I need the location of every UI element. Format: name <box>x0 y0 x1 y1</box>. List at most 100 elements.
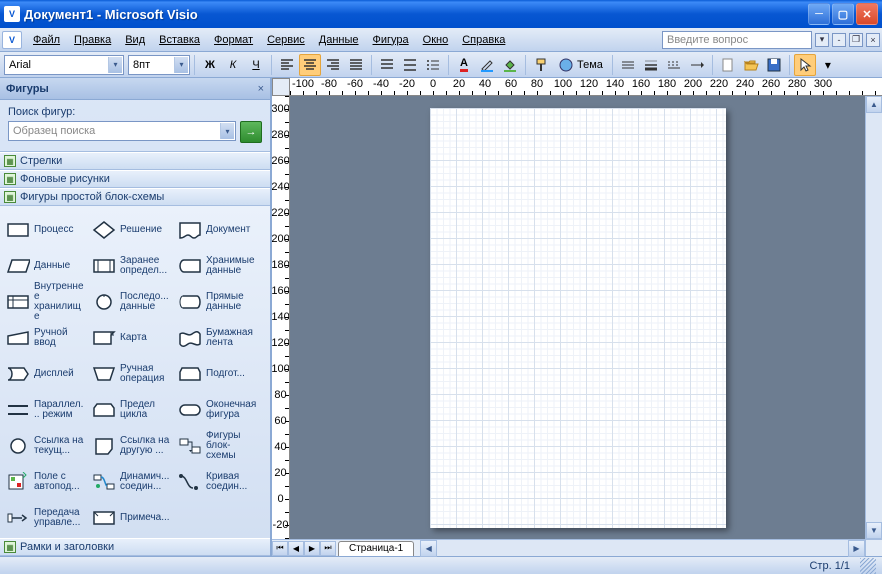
shape-stencil[interactable]: Передача управле... <box>2 500 88 536</box>
shape-icon <box>5 471 31 493</box>
shape-stencil[interactable]: Предел цикла <box>88 392 174 428</box>
shape-stencil[interactable]: Динамич... соедин... <box>88 464 174 500</box>
underline-button[interactable]: Ч <box>245 54 267 76</box>
scroll-up-button[interactable]: ▲ <box>866 96 882 113</box>
tab-last-button[interactable]: ⏭ <box>320 541 336 556</box>
open-button[interactable] <box>740 54 762 76</box>
line-style-button[interactable] <box>617 54 639 76</box>
vertical-scrollbar[interactable]: ▲ ▼ <box>865 96 882 539</box>
new-button[interactable] <box>717 54 739 76</box>
align-center-button[interactable] <box>299 54 321 76</box>
menu-insert[interactable]: Вставка <box>152 31 207 49</box>
more-tools-button[interactable]: ▾ <box>817 54 839 76</box>
mdi-minimize[interactable]: - <box>832 33 846 47</box>
bullets-button[interactable] <box>422 54 444 76</box>
shape-search-input[interactable]: Образец поиска▾ <box>8 121 236 141</box>
scroll-track[interactable] <box>437 540 848 556</box>
horizontal-scrollbar[interactable]: ◀ ▶ <box>420 540 865 556</box>
system-menu-icon[interactable]: V <box>2 31 22 49</box>
mdi-restore[interactable]: ❐ <box>849 33 863 47</box>
shape-stencil[interactable]: Последо... данные <box>88 284 174 320</box>
menu-format[interactable]: Формат <box>207 31 260 49</box>
shape-stencil[interactable]: Оконечная фигура <box>174 392 260 428</box>
page[interactable] <box>430 108 726 528</box>
font-name-combo[interactable]: Arial▾ <box>4 55 124 75</box>
category-backgrounds[interactable]: ▦Фоновые рисунки <box>0 170 270 188</box>
format-painter-button[interactable] <box>530 54 552 76</box>
tab-first-button[interactable]: ⏮ <box>272 541 288 556</box>
tab-prev-button[interactable]: ◀ <box>288 541 304 556</box>
menu-data[interactable]: Данные <box>312 31 366 49</box>
scroll-left-button[interactable]: ◀ <box>420 540 437 557</box>
italic-button[interactable]: К <box>222 54 244 76</box>
align-justify-button[interactable] <box>345 54 367 76</box>
save-button[interactable] <box>763 54 785 76</box>
line-ends-button[interactable] <box>686 54 708 76</box>
close-button[interactable]: ✕ <box>856 3 878 25</box>
shape-stencil[interactable]: Хранимые данные <box>174 248 260 284</box>
drawing-canvas[interactable] <box>290 96 865 539</box>
category-flowchart[interactable]: ▦Фигуры простой блок-схемы <box>0 188 270 206</box>
menu-window[interactable]: Окно <box>416 31 456 49</box>
font-size-combo[interactable]: 8пт▾ <box>128 55 190 75</box>
category-arrows[interactable]: ▦Стрелки <box>0 152 270 170</box>
shape-icon <box>177 291 203 313</box>
page-tab[interactable]: Страница-1 <box>338 541 414 556</box>
maximize-button[interactable]: ▢ <box>832 3 854 25</box>
mdi-close[interactable]: × <box>866 33 880 47</box>
line-weight-button[interactable] <box>640 54 662 76</box>
scroll-down-button[interactable]: ▼ <box>866 522 882 539</box>
shape-stencil[interactable]: Кривая соедин... <box>174 464 260 500</box>
shape-label: Карта <box>120 333 147 343</box>
shape-stencil[interactable]: Примеча... <box>88 500 174 536</box>
shape-stencil[interactable]: Заранее определ... <box>88 248 174 284</box>
shape-stencil[interactable]: Ссылка на текущ... <box>2 428 88 464</box>
scroll-right-button[interactable]: ▶ <box>848 540 865 557</box>
menu-edit[interactable]: Правка <box>67 31 118 49</box>
line-pattern-button[interactable] <box>663 54 685 76</box>
pointer-tool-button[interactable] <box>794 54 816 76</box>
menu-file[interactable]: Файл <box>26 31 67 49</box>
shape-stencil[interactable]: Ручной ввод <box>2 320 88 356</box>
menu-view[interactable]: Вид <box>118 31 152 49</box>
shape-stencil[interactable]: Внутреннее хранилище <box>2 284 88 320</box>
panel-close-button[interactable]: × <box>258 83 264 95</box>
search-go-button[interactable]: → <box>240 121 262 143</box>
category-frames[interactable]: ▦Рамки и заголовки <box>0 538 270 556</box>
shape-stencil <box>174 500 260 536</box>
menu-service[interactable]: Сервис <box>260 31 312 49</box>
font-color-button[interactable]: A <box>453 54 475 76</box>
shape-stencil[interactable]: Поле с автопод... <box>2 464 88 500</box>
bold-button[interactable]: Ж <box>199 54 221 76</box>
shape-stencil[interactable]: Процесс <box>2 212 88 248</box>
resize-grip[interactable] <box>860 558 876 574</box>
shape-stencil[interactable]: Фигуры блок-схемы <box>174 428 260 464</box>
shape-stencil[interactable]: Данные <box>2 248 88 284</box>
shape-stencil[interactable]: Параллел... режим <box>2 392 88 428</box>
shape-stencil[interactable]: Ссылка на другую ... <box>88 428 174 464</box>
distribute-v-button[interactable] <box>399 54 421 76</box>
fill-color-button[interactable] <box>499 54 521 76</box>
shape-label: Дисплей <box>34 369 74 379</box>
shape-stencil[interactable]: Документ <box>174 212 260 248</box>
shape-stencil[interactable]: Бумажная лента <box>174 320 260 356</box>
shape-stencil[interactable]: Дисплей <box>2 356 88 392</box>
tab-next-button[interactable]: ▶ <box>304 541 320 556</box>
theme-button[interactable]: Тема <box>553 54 608 76</box>
shape-stencil[interactable]: Прямые данные <box>174 284 260 320</box>
ask-dropdown[interactable]: ▾ <box>815 33 829 47</box>
shape-stencil[interactable]: Подгот... <box>174 356 260 392</box>
align-left-button[interactable] <box>276 54 298 76</box>
menu-shape[interactable]: Фигура <box>366 31 416 49</box>
shape-stencil[interactable]: Ручная операция <box>88 356 174 392</box>
distribute-h-button[interactable] <box>376 54 398 76</box>
minimize-button[interactable]: ─ <box>808 3 830 25</box>
shape-stencil[interactable]: Решение <box>88 212 174 248</box>
scroll-track[interactable] <box>866 113 882 522</box>
align-right-button[interactable] <box>322 54 344 76</box>
shape-stencil[interactable]: Карта <box>88 320 174 356</box>
shape-label: Поле с автопод... <box>34 472 85 492</box>
menu-help[interactable]: Справка <box>455 31 512 49</box>
line-color-button[interactable] <box>476 54 498 76</box>
ask-question-box[interactable]: Введите вопрос <box>662 31 812 49</box>
